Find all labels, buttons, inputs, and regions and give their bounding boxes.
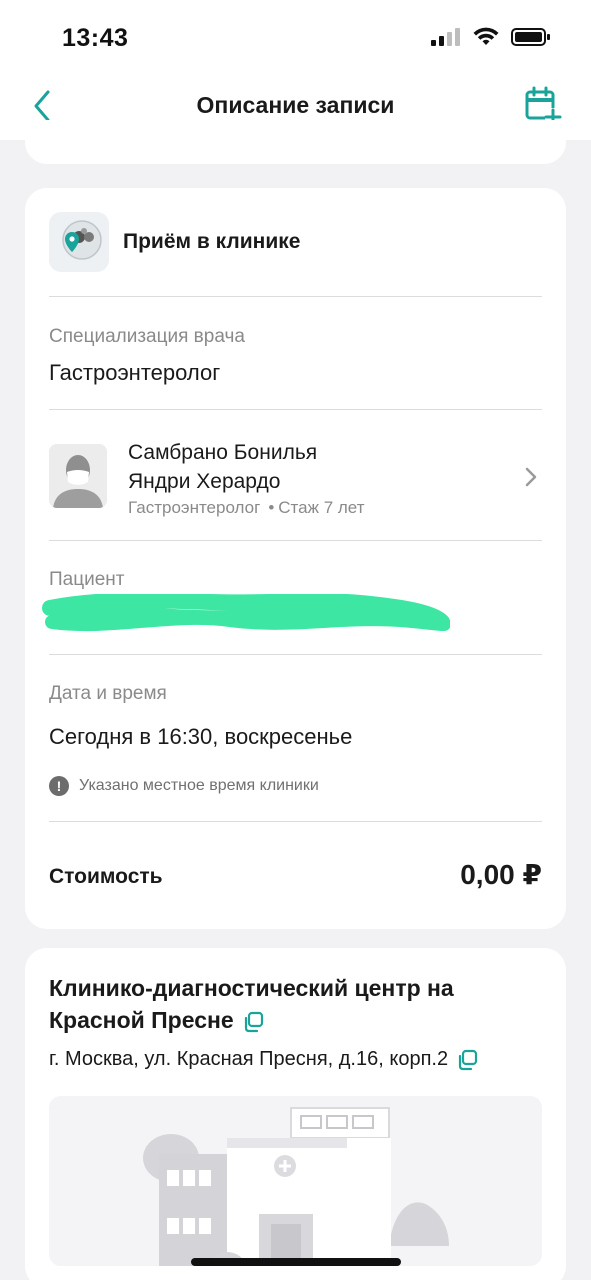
visit-type-row: Приём в клинике [49, 212, 300, 272]
page-title: Описание записи [196, 92, 395, 118]
divider [49, 540, 542, 541]
local-time-note-text: Указано местное время клиники [79, 777, 319, 794]
doctor-name-line2: Яндри Херардо [128, 470, 281, 493]
copy-address-icon[interactable] [456, 1049, 478, 1071]
status-icons [431, 27, 551, 47]
specialization-value: Гастроэнтеролог [49, 360, 221, 385]
clinic-visit-icon [49, 212, 109, 272]
clinic-address: г. Москва, ул. Красная Пресня, д.16, кор… [49, 1048, 478, 1071]
status-time: 13:43 [62, 24, 129, 52]
battery-icon [511, 28, 550, 46]
clinic-name: Клинико-диагностический центр на Красной… [49, 972, 529, 1036]
info-exclamation-icon: ! [49, 776, 69, 796]
doctor-placeholder-icon [49, 444, 107, 508]
patient-name-redaction [42, 594, 450, 632]
wifi-icon [473, 27, 499, 45]
clinic-card: Клинико-диагностический центр на Красной… [25, 948, 566, 1280]
divider [49, 296, 542, 297]
clinic-address-text: г. Москва, ул. Красная Пресня, д.16, кор… [49, 1048, 449, 1070]
doctor-name: Самбрано Бонилья Яндри Херардо [128, 438, 488, 496]
doctor-specialty: Гастроэнтеролог [128, 498, 261, 517]
divider [49, 409, 542, 410]
separator-dot: • [268, 498, 275, 517]
previous-card [25, 120, 566, 164]
clinic-building-icon [49, 1096, 542, 1266]
local-time-note: ! Указано местное время клиники [49, 776, 319, 796]
doctor-row[interactable]: Самбрано Бонилья Яндри Херардо Гастроэнт… [49, 438, 542, 528]
specialization-label: Специализация врача [49, 326, 245, 347]
divider [49, 821, 542, 822]
divider [49, 654, 542, 655]
cost-label: Стоимость [49, 865, 163, 888]
home-indicator [191, 1258, 401, 1266]
doctor-experience: Стаж 7 лет [278, 498, 365, 517]
cellular-signal-icon [431, 28, 460, 46]
cost-value: 0,00 ₽ [460, 859, 542, 890]
appointment-card: Приём в клинике Специализация врача Гаст… [25, 188, 566, 929]
visit-type-title: Приём в клинике [123, 230, 301, 253]
doctor-subtitle: Гастроэнтеролог • Стаж 7 лет [128, 498, 364, 518]
copy-name-icon[interactable] [242, 1011, 264, 1033]
clinic-building-illustration [49, 1096, 542, 1266]
doctor-avatar [49, 444, 107, 508]
datetime-label: Дата и время [49, 683, 167, 704]
chevron-right-icon [525, 467, 537, 487]
status-bar: 13:43 [0, 0, 591, 78]
doctor-name-line1: Самбрано Бонилья [128, 441, 318, 464]
datetime-value: Сегодня в 16:30, воскресенье [49, 724, 353, 749]
patient-label: Пациент [49, 569, 125, 590]
